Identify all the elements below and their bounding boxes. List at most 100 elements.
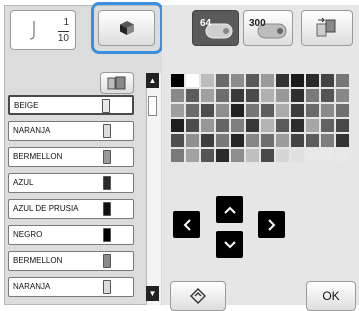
- palette-color-cell[interactable]: [275, 118, 290, 133]
- palette-64-button[interactable]: 64: [192, 10, 239, 46]
- palette-color-cell[interactable]: [245, 148, 260, 163]
- ok-button[interactable]: OK: [306, 281, 356, 311]
- palette-color-cell[interactable]: [260, 88, 275, 103]
- palette-color-cell[interactable]: [170, 73, 185, 88]
- palette-color-cell[interactable]: [320, 88, 335, 103]
- palette-color-cell[interactable]: [275, 73, 290, 88]
- current-color-index: 1: [63, 17, 69, 28]
- palette-color-cell[interactable]: [290, 103, 305, 118]
- list-item[interactable]: BERMELLON: [8, 251, 134, 271]
- palette-color-cell[interactable]: [305, 88, 320, 103]
- palette-color-cell[interactable]: [245, 118, 260, 133]
- palette-color-cell[interactable]: [305, 118, 320, 133]
- thread-swap-button[interactable]: [301, 10, 353, 46]
- move-up-button[interactable]: [216, 196, 243, 223]
- scroll-up-button[interactable]: ▲: [146, 73, 159, 88]
- palette-color-cell[interactable]: [335, 73, 350, 88]
- palette-color-cell[interactable]: [245, 88, 260, 103]
- palette-color-cell[interactable]: [215, 118, 230, 133]
- palette-color-cell[interactable]: [215, 148, 230, 163]
- palette-color-cell[interactable]: [320, 73, 335, 88]
- palette-color-cell[interactable]: [170, 118, 185, 133]
- palette-color-cell[interactable]: [185, 118, 200, 133]
- palette-color-cell[interactable]: [185, 133, 200, 148]
- palette-color-cell[interactable]: [320, 133, 335, 148]
- palette-color-cell[interactable]: [245, 103, 260, 118]
- palette-color-cell[interactable]: [170, 88, 185, 103]
- palette-color-cell[interactable]: [305, 133, 320, 148]
- palette-color-cell[interactable]: [260, 148, 275, 163]
- palette-color-cell[interactable]: [230, 148, 245, 163]
- palette-color-cell[interactable]: [185, 148, 200, 163]
- palette-color-cell[interactable]: [230, 118, 245, 133]
- move-right-button[interactable]: [258, 211, 285, 238]
- palette-color-cell[interactable]: [290, 118, 305, 133]
- palette-color-cell[interactable]: [260, 118, 275, 133]
- palette-color-cell[interactable]: [170, 148, 185, 163]
- palette-color-cell[interactable]: [335, 118, 350, 133]
- list-item[interactable]: NARANJA: [8, 277, 134, 297]
- palette-color-cell[interactable]: [305, 73, 320, 88]
- palette-color-cell[interactable]: [230, 103, 245, 118]
- list-item[interactable]: BEIGE: [8, 95, 134, 115]
- palette-color-cell[interactable]: [200, 73, 215, 88]
- palette-color-cell[interactable]: [245, 133, 260, 148]
- palette-color-cell[interactable]: [185, 73, 200, 88]
- palette-color-cell[interactable]: [335, 88, 350, 103]
- palette-color-cell[interactable]: [215, 103, 230, 118]
- palette-color-cell[interactable]: [275, 88, 290, 103]
- move-down-button[interactable]: [216, 231, 243, 258]
- palette-color-cell[interactable]: [335, 103, 350, 118]
- scroll-thumb[interactable]: [148, 96, 157, 116]
- reset-button[interactable]: [170, 281, 226, 311]
- palette-color-cell[interactable]: [200, 133, 215, 148]
- palette-color-cell[interactable]: [230, 88, 245, 103]
- palette-color-cell[interactable]: [305, 103, 320, 118]
- total-colors: 10: [57, 31, 69, 44]
- palette-color-cell[interactable]: [275, 148, 290, 163]
- list-item[interactable]: AZUL DE PRUSIA: [8, 199, 134, 219]
- palette-color-cell[interactable]: [260, 133, 275, 148]
- palette-color-cell[interactable]: [200, 148, 215, 163]
- palette-color-cell[interactable]: [320, 148, 335, 163]
- palette-color-cell[interactable]: [185, 88, 200, 103]
- thread-sort-button[interactable]: [100, 72, 134, 94]
- list-item[interactable]: AZUL: [8, 173, 134, 193]
- palette-color-cell[interactable]: [230, 133, 245, 148]
- palette-300-button[interactable]: 300: [243, 10, 293, 46]
- list-item[interactable]: NEGRO: [8, 225, 134, 245]
- palette-color-cell[interactable]: [200, 103, 215, 118]
- palette-color-cell[interactable]: [305, 148, 320, 163]
- palette-color-cell[interactable]: [290, 88, 305, 103]
- embroidery-preview-button[interactable]: [98, 10, 155, 46]
- spool-icon: [103, 176, 111, 190]
- palette-color-cell[interactable]: [290, 133, 305, 148]
- palette-color-cell[interactable]: [320, 118, 335, 133]
- palette-color-cell[interactable]: [200, 118, 215, 133]
- spool-icon: [103, 228, 111, 242]
- palette-color-cell[interactable]: [245, 73, 260, 88]
- palette-color-cell[interactable]: [320, 103, 335, 118]
- palette-color-cell[interactable]: [290, 73, 305, 88]
- palette-color-cell[interactable]: [170, 133, 185, 148]
- palette-color-cell[interactable]: [260, 73, 275, 88]
- palette-color-cell[interactable]: [215, 133, 230, 148]
- palette-color-cell[interactable]: [335, 133, 350, 148]
- palette-color-cell[interactable]: [275, 103, 290, 118]
- palette-color-cell[interactable]: [230, 73, 245, 88]
- palette-color-cell[interactable]: [335, 148, 350, 163]
- palette-color-cell[interactable]: [200, 88, 215, 103]
- list-item[interactable]: BERMELLON: [8, 147, 134, 167]
- list-item[interactable]: NARANJA: [8, 121, 134, 141]
- spool-swap-icon: [316, 17, 336, 37]
- palette-color-cell[interactable]: [260, 103, 275, 118]
- palette-color-cell[interactable]: [215, 88, 230, 103]
- palette-color-cell[interactable]: [185, 103, 200, 118]
- palette-color-cell[interactable]: [215, 73, 230, 88]
- scroll-down-button[interactable]: ▼: [146, 286, 159, 301]
- palette-color-cell[interactable]: [275, 133, 290, 148]
- move-left-button[interactable]: [173, 211, 200, 238]
- palette-color-cell[interactable]: [170, 103, 185, 118]
- thread-palette-64-icon: 64: [200, 18, 232, 39]
- palette-color-cell[interactable]: [290, 148, 305, 163]
